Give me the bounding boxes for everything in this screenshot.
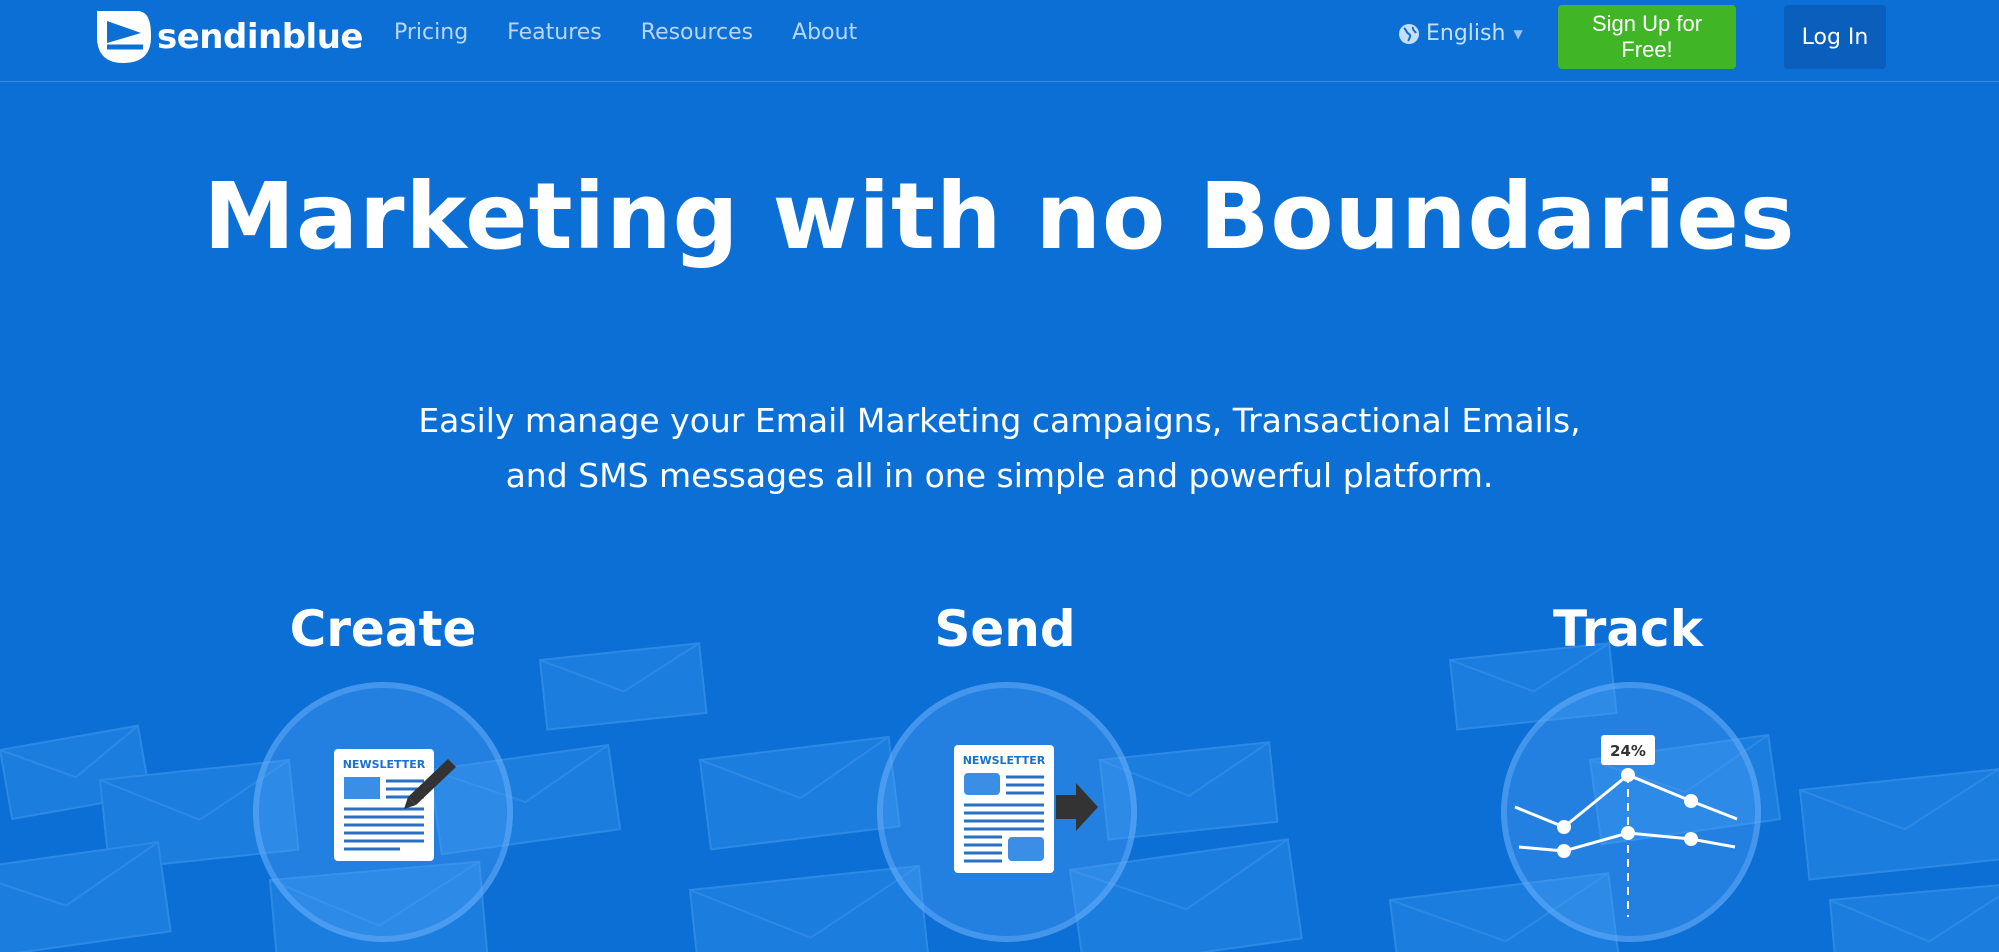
top-navbar: sendinblue Pricing Features Resources Ab…	[0, 0, 1999, 82]
nav-pricing[interactable]: Pricing	[394, 20, 468, 45]
nav-about[interactable]: About	[792, 20, 857, 45]
signup-button[interactable]: Sign Up for Free!	[1558, 5, 1736, 69]
chart-icon: 24%	[1514, 735, 1738, 917]
nav-features[interactable]: Features	[507, 20, 602, 45]
hero-subtitle-line-1: Easily manage your Email Marketing campa…	[418, 401, 1581, 440]
hero-title: Marketing with no Boundaries	[203, 163, 1796, 270]
language-selector[interactable]: English ▼	[1398, 21, 1523, 46]
hero-subtitle: Easily manage your Email Marketing campa…	[0, 393, 1999, 503]
newsletter-arrow-icon: NEWSLETTER	[954, 745, 1098, 873]
sendinblue-logo-icon	[97, 11, 151, 63]
nav-resources[interactable]: Resources	[641, 20, 753, 45]
main-nav: Pricing Features Resources About	[394, 20, 896, 45]
feature-title-create: Create	[289, 600, 477, 658]
globe-icon	[1399, 23, 1419, 44]
feature-title-track: Track	[1553, 600, 1703, 658]
newsletter-label: NEWSLETTER	[343, 758, 426, 771]
login-button[interactable]: Log In	[1784, 5, 1886, 69]
newsletter-label-send: NEWSLETTER	[963, 754, 1046, 767]
brand-name: sendinblue	[157, 17, 363, 57]
language-label: English	[1426, 21, 1506, 46]
stat-badge: 24%	[1610, 742, 1646, 760]
feature-title-send: Send	[934, 600, 1076, 658]
hero-subtitle-line-2: and SMS messages all in one simple and p…	[505, 456, 1494, 495]
brand-logo[interactable]: sendinblue	[93, 7, 363, 67]
chevron-down-icon: ▼	[1513, 26, 1523, 41]
newsletter-pen-icon: NEWSLETTER	[334, 749, 456, 861]
